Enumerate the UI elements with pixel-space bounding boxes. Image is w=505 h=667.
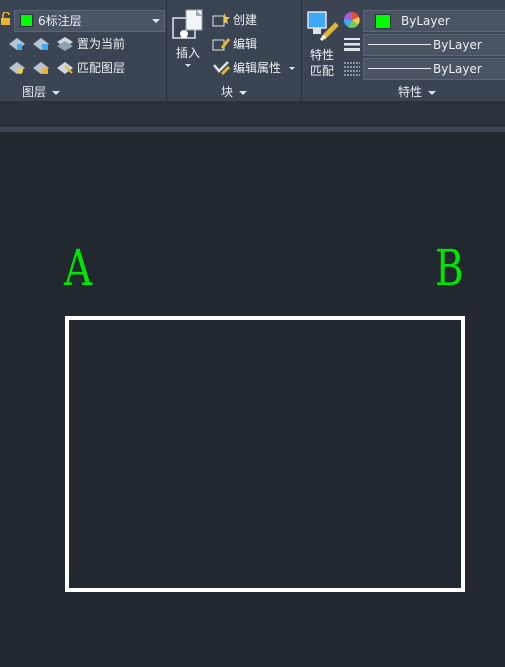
layer-isolate-icon[interactable] bbox=[8, 36, 26, 52]
linetype-sample-line bbox=[368, 68, 431, 69]
color-dropdown[interactable]: ByLayer bbox=[363, 10, 505, 32]
layer-dropdown-value: 6标注层 bbox=[38, 14, 82, 28]
layer-panel-title-text: 图层 bbox=[22, 85, 47, 99]
lineweight-value: ByLayer bbox=[433, 38, 482, 52]
chevron-down-icon bbox=[52, 90, 61, 95]
linetype-value: ByLayer bbox=[433, 62, 482, 76]
chevron-down-icon bbox=[289, 67, 295, 70]
match-properties-label-1[interactable]: 特性 bbox=[310, 47, 334, 63]
create-block-icon[interactable] bbox=[212, 12, 230, 28]
block-panel-title-text: 块 bbox=[221, 85, 234, 99]
chevron-down-icon bbox=[239, 90, 248, 95]
chevron-down-icon bbox=[152, 19, 160, 23]
layer-lock-small-icon[interactable] bbox=[32, 36, 50, 52]
properties-panel-title-text: 特性 bbox=[398, 85, 423, 99]
chevron-down-icon bbox=[428, 90, 437, 95]
panel-divider bbox=[301, 0, 302, 101]
match-layer-icon[interactable] bbox=[56, 60, 74, 76]
edit-attributes-label[interactable]: 编辑属性 bbox=[233, 60, 281, 76]
linetype-icon[interactable] bbox=[343, 60, 361, 76]
lineweight-icon[interactable] bbox=[343, 36, 361, 52]
drawn-rectangle[interactable] bbox=[65, 316, 465, 592]
block-panel-title[interactable]: 块 bbox=[221, 84, 248, 101]
ribbon: 6标注层 置为当前 匹配图层 图层 插入 创建 编辑 编辑属性 块 特性 匹配 … bbox=[0, 0, 505, 101]
color-wheel-icon[interactable] bbox=[343, 11, 360, 28]
canvas-label-a[interactable]: A bbox=[64, 243, 92, 293]
chevron-down-icon bbox=[185, 64, 191, 67]
canvas-label-b[interactable]: B bbox=[435, 243, 464, 293]
insert-label[interactable]: 插入 bbox=[176, 45, 200, 61]
tab-strip bbox=[0, 101, 505, 127]
layer-unlock-icon[interactable] bbox=[32, 60, 50, 76]
edit-block-icon[interactable] bbox=[212, 36, 231, 52]
match-properties-label-2[interactable]: 匹配 bbox=[310, 63, 334, 79]
set-current-layer-icon[interactable] bbox=[56, 36, 74, 52]
edit-attributes-icon[interactable] bbox=[212, 60, 231, 76]
match-properties-icon[interactable] bbox=[307, 10, 339, 42]
create-label[interactable]: 创建 bbox=[233, 12, 257, 28]
panel-divider bbox=[166, 0, 167, 101]
set-current-label[interactable]: 置为当前 bbox=[77, 36, 125, 52]
lineweight-dropdown[interactable]: ByLayer bbox=[363, 34, 505, 56]
edit-label[interactable]: 编辑 bbox=[233, 36, 257, 52]
properties-panel-title[interactable]: 特性 bbox=[398, 84, 437, 101]
linetype-dropdown[interactable]: ByLayer bbox=[363, 58, 505, 80]
match-layer-label[interactable]: 匹配图层 bbox=[77, 60, 125, 76]
insert-block-icon[interactable] bbox=[172, 8, 206, 42]
lineweight-sample-line bbox=[368, 44, 431, 45]
layer-color-swatch bbox=[20, 14, 33, 27]
layer-lock-icon[interactable] bbox=[0, 11, 12, 25]
layer-freeze-icon[interactable] bbox=[8, 60, 26, 76]
color-swatch bbox=[375, 14, 391, 29]
layer-panel-title[interactable]: 图层 bbox=[22, 84, 61, 101]
layer-dropdown[interactable]: 6标注层 bbox=[14, 10, 165, 32]
color-value: ByLayer bbox=[401, 14, 450, 28]
